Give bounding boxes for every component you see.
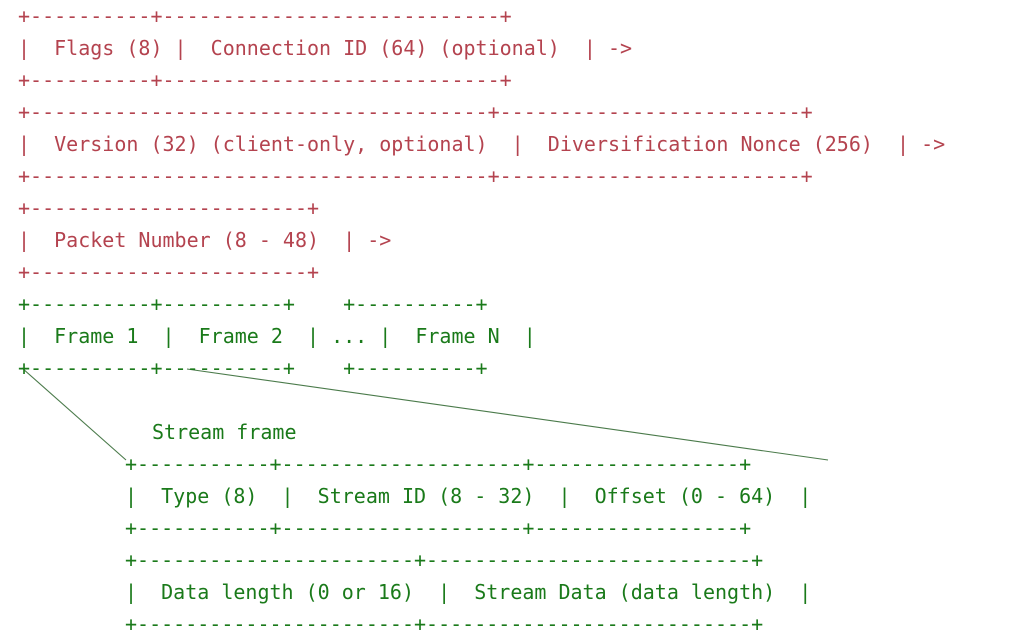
ascii-art-layer: +----------+----------------------------… (0, 0, 1022, 640)
frames-row-block: +----------+----------+ +----------+ | F… (18, 292, 536, 380)
ascii-diagram-canvas: +----------+----------------------------… (0, 0, 1022, 640)
packet-number-block: +-----------------------+ | Packet Numbe… (18, 196, 392, 284)
stream-frame-row-1-block: +-----------+--------------------+------… (125, 452, 812, 540)
version-nonce-block: +--------------------------------------+… (18, 100, 946, 188)
stream-frame-label: Stream frame (152, 420, 297, 444)
stream-frame-row-2-block: +-----------------------+---------------… (125, 548, 812, 636)
public-header-flags-block: +----------+----------------------------… (18, 4, 633, 92)
